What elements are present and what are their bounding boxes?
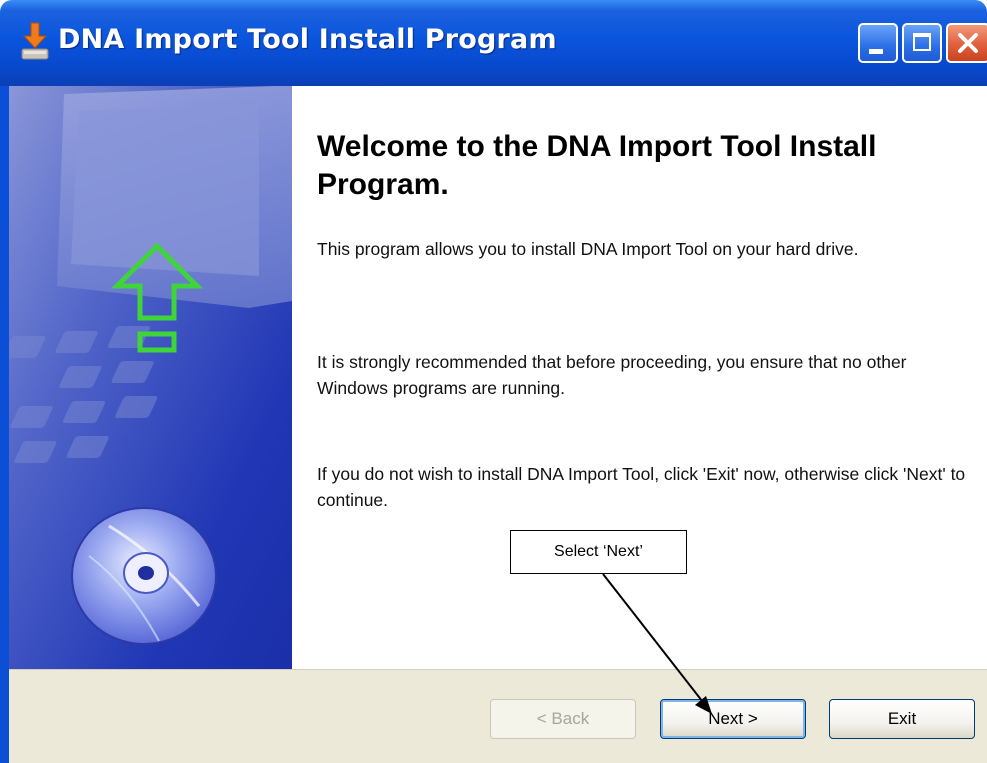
minimize-icon	[869, 49, 883, 54]
maximize-button[interactable]	[902, 23, 942, 63]
exit-button[interactable]: Exit	[829, 699, 975, 739]
maximize-icon	[913, 33, 931, 51]
installer-icon	[21, 22, 49, 60]
back-button[interactable]: < Back	[490, 699, 636, 739]
cd-disc-icon	[71, 507, 217, 645]
welcome-heading: Welcome to the DNA Import Tool Install P…	[317, 130, 877, 201]
window-frame	[0, 86, 9, 763]
welcome-content: Welcome to the DNA Import Tool Install P…	[292, 86, 987, 669]
close-button[interactable]	[946, 23, 987, 63]
close-icon	[958, 33, 978, 53]
title-bar[interactable]: DNA Import Tool Install Program	[0, 0, 987, 86]
instructions-paragraph: If you do not wish to install DNA Import…	[317, 464, 966, 510]
banner-graphic	[9, 86, 292, 669]
annotation-callout: Select ‘Next’	[510, 530, 687, 574]
recommendation-paragraph: It is strongly recommended that before p…	[317, 352, 907, 398]
window-title: DNA Import Tool Install Program	[58, 24, 557, 55]
intro-paragraph: This program allows you to install DNA I…	[317, 239, 859, 259]
button-bar: < Back Next > Exit	[9, 669, 987, 763]
side-banner-image	[9, 86, 292, 669]
next-button[interactable]: Next >	[660, 699, 806, 739]
minimize-button[interactable]	[858, 23, 898, 63]
installer-window: DNA Import Tool Install Program Welcome …	[0, 0, 987, 763]
